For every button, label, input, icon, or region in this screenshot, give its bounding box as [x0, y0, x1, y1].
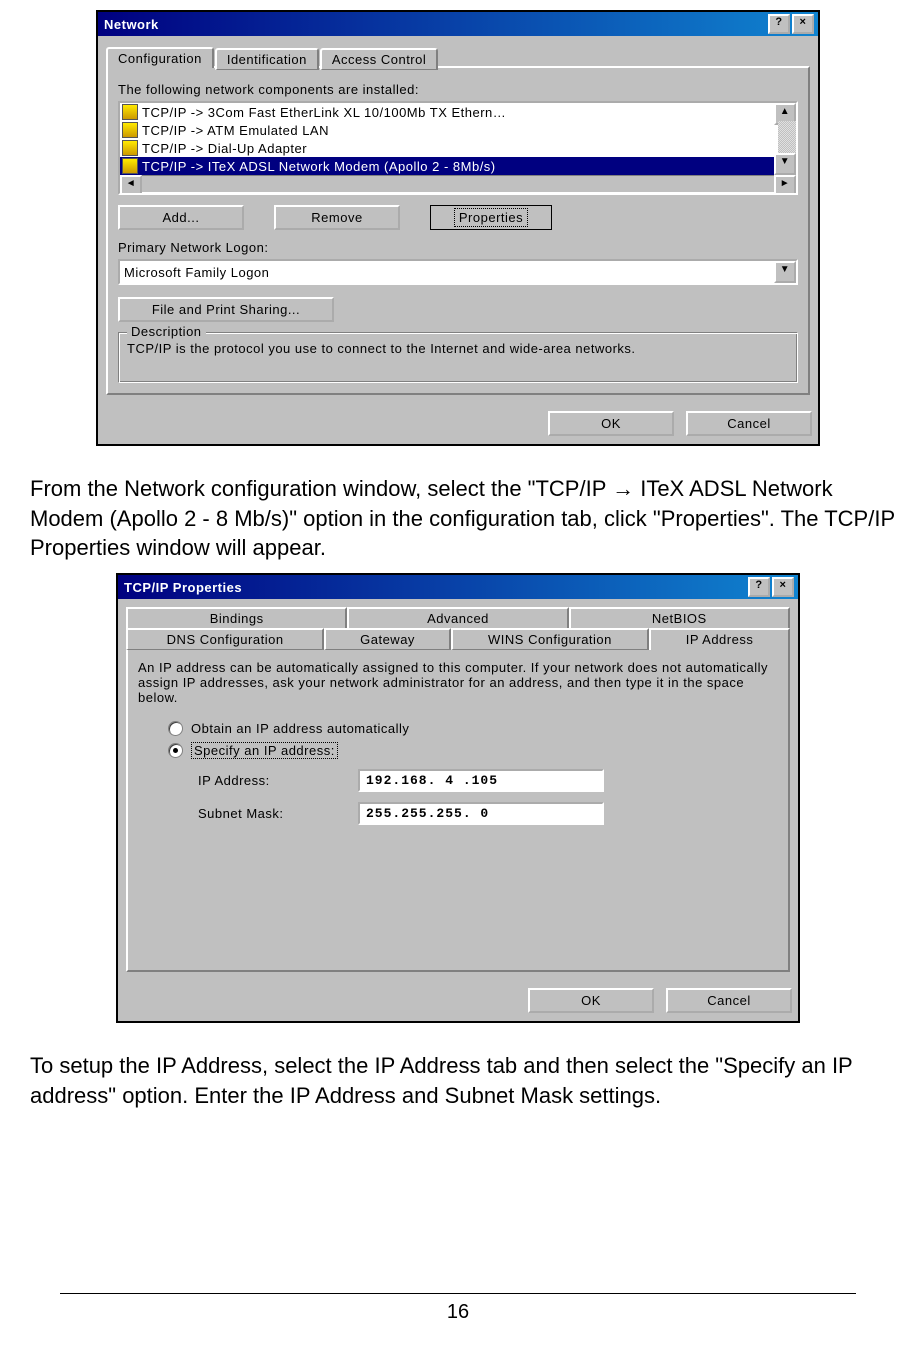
tcpip-dialog: TCP/IP Properties ? × Bindings Advanced …	[116, 573, 800, 1023]
protocol-icon	[122, 140, 138, 156]
description-text: TCP/IP is the protocol you use to connec…	[127, 341, 789, 356]
subnet-mask-input[interactable]: 255.255.255. 0	[358, 802, 604, 825]
primary-logon-label: Primary Network Logon:	[118, 240, 798, 255]
close-icon[interactable]: ×	[772, 577, 794, 597]
radio-specify-row[interactable]: Specify an IP address:	[168, 742, 778, 759]
scroll-right-icon[interactable]: ►	[774, 175, 796, 195]
scroll-track[interactable]	[778, 121, 796, 157]
dropdown-value: Microsoft Family Logon	[120, 265, 774, 280]
titlebar[interactable]: Network ? ×	[98, 12, 818, 36]
tab-configuration[interactable]: Configuration	[106, 47, 214, 68]
radio-icon[interactable]	[168, 721, 183, 736]
ip-address-input[interactable]: 192.168. 4 .105	[358, 769, 604, 792]
radio-specify-label: Specify an IP address:	[191, 742, 338, 759]
help-icon[interactable]: ?	[768, 14, 790, 34]
radio-obtain-row[interactable]: Obtain an IP address automatically	[168, 721, 778, 736]
page-divider	[60, 1293, 856, 1294]
window-title: TCP/IP Properties	[122, 580, 746, 595]
tab-row: Configuration Identification Access Cont…	[106, 44, 810, 68]
radio-icon[interactable]	[168, 743, 183, 758]
tab-gateway[interactable]: Gateway	[324, 628, 451, 650]
tab-access-control[interactable]: Access Control	[320, 48, 438, 70]
subnet-mask-label: Subnet Mask:	[198, 806, 358, 821]
protocol-icon	[122, 104, 138, 120]
scroll-down-icon[interactable]: ▼	[774, 153, 796, 175]
ok-button[interactable]: OK	[528, 988, 654, 1013]
scroll-left-icon[interactable]: ◄	[120, 175, 142, 195]
list-item[interactable]: TCP/IP -> 3Com Fast EtherLink XL 10/100M…	[120, 103, 796, 121]
tab-dns[interactable]: DNS Configuration	[126, 628, 324, 650]
protocol-icon	[122, 122, 138, 138]
description-groupbox: Description TCP/IP is the protocol you u…	[118, 332, 798, 383]
paragraph-1: From the Network configuration window, s…	[30, 474, 910, 563]
radio-obtain-label: Obtain an IP address automatically	[191, 721, 409, 736]
tab-ip-address[interactable]: IP Address	[649, 628, 790, 650]
tab-advanced[interactable]: Advanced	[347, 607, 568, 629]
paragraph-2: To setup the IP Address, select the IP A…	[30, 1051, 910, 1110]
protocol-icon	[122, 158, 138, 174]
close-icon[interactable]: ×	[792, 14, 814, 34]
window-title: Network	[102, 17, 766, 32]
ip-address-label: IP Address:	[198, 773, 358, 788]
description-title: Description	[127, 324, 206, 339]
cancel-button[interactable]: Cancel	[666, 988, 792, 1013]
add-button[interactable]: Add...	[118, 205, 244, 230]
components-label: The following network components are ins…	[118, 82, 798, 97]
primary-logon-dropdown[interactable]: Microsoft Family Logon ▼	[118, 259, 798, 285]
list-item[interactable]: TCP/IP -> Dial-Up Adapter	[120, 139, 796, 157]
intro-text: An IP address can be automatically assig…	[138, 660, 778, 705]
properties-button[interactable]: Properties	[430, 205, 552, 230]
ok-button[interactable]: OK	[548, 411, 674, 436]
tab-netbios[interactable]: NetBIOS	[569, 607, 790, 629]
chevron-down-icon[interactable]: ▼	[774, 261, 796, 283]
tab-wins[interactable]: WINS Configuration	[451, 628, 649, 650]
list-item[interactable]: TCP/IP -> ATM Emulated LAN	[120, 121, 796, 139]
hscroll-track[interactable]	[142, 175, 774, 193]
tab-bindings[interactable]: Bindings	[126, 607, 347, 629]
tab-identification[interactable]: Identification	[215, 48, 319, 70]
components-listbox[interactable]: TCP/IP -> 3Com Fast EtherLink XL 10/100M…	[118, 101, 798, 195]
network-dialog: Network ? × Configuration Identification…	[96, 10, 820, 446]
cancel-button[interactable]: Cancel	[686, 411, 812, 436]
remove-button[interactable]: Remove	[274, 205, 400, 230]
help-icon[interactable]: ?	[748, 577, 770, 597]
page-number: 16	[0, 1301, 916, 1324]
list-item-selected[interactable]: TCP/IP -> ITeX ADSL Network Modem (Apoll…	[120, 157, 796, 175]
titlebar[interactable]: TCP/IP Properties ? ×	[118, 575, 798, 599]
file-print-sharing-button[interactable]: File and Print Sharing...	[118, 297, 334, 322]
